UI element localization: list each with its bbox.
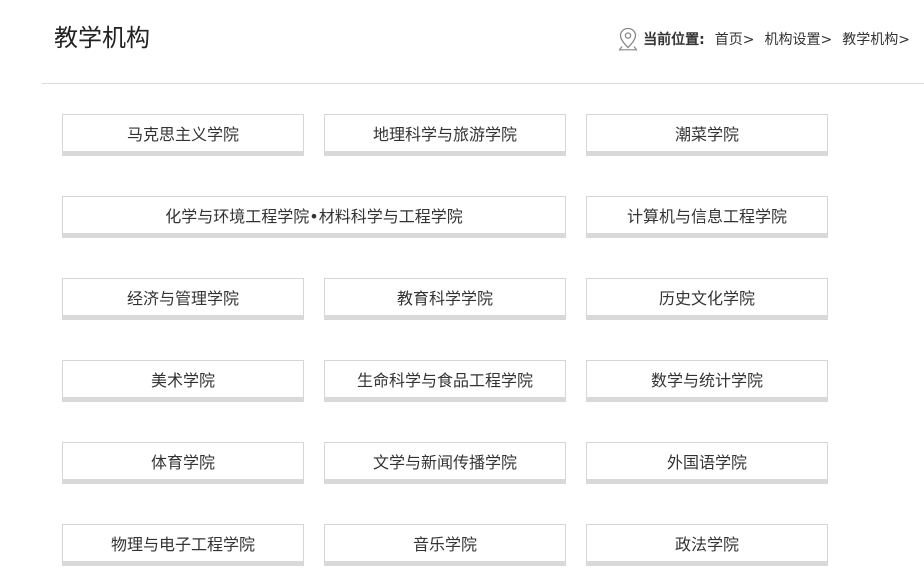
college-button-marxism[interactable]: 马克思主义学院 bbox=[62, 114, 304, 156]
college-button-geography-tourism[interactable]: 地理科学与旅游学院 bbox=[324, 114, 566, 156]
college-button-education[interactable]: 教育科学学院 bbox=[324, 278, 566, 320]
college-button-literature-journalism[interactable]: 文学与新闻传播学院 bbox=[324, 442, 566, 484]
college-button-music[interactable]: 音乐学院 bbox=[324, 524, 566, 566]
college-button-chaozhou-cuisine[interactable]: 潮菜学院 bbox=[586, 114, 828, 156]
college-grid: 马克思主义学院 地理科学与旅游学院 潮菜学院 化学与环境工程学院•材料科学与工程… bbox=[0, 0, 924, 586]
college-button-life-science-food[interactable]: 生命科学与食品工程学院 bbox=[324, 360, 566, 402]
college-button-computer-info[interactable]: 计算机与信息工程学院 bbox=[586, 196, 828, 238]
college-button-fine-arts[interactable]: 美术学院 bbox=[62, 360, 304, 402]
college-button-foreign-languages[interactable]: 外国语学院 bbox=[586, 442, 828, 484]
college-button-politics-law[interactable]: 政法学院 bbox=[586, 524, 828, 566]
college-button-physics-electronics[interactable]: 物理与电子工程学院 bbox=[62, 524, 304, 566]
college-button-chemistry-materials[interactable]: 化学与环境工程学院•材料科学与工程学院 bbox=[62, 196, 566, 238]
college-button-physical-education[interactable]: 体育学院 bbox=[62, 442, 304, 484]
college-button-economics-management[interactable]: 经济与管理学院 bbox=[62, 278, 304, 320]
college-button-math-statistics[interactable]: 数学与统计学院 bbox=[586, 360, 828, 402]
college-button-history-culture[interactable]: 历史文化学院 bbox=[586, 278, 828, 320]
